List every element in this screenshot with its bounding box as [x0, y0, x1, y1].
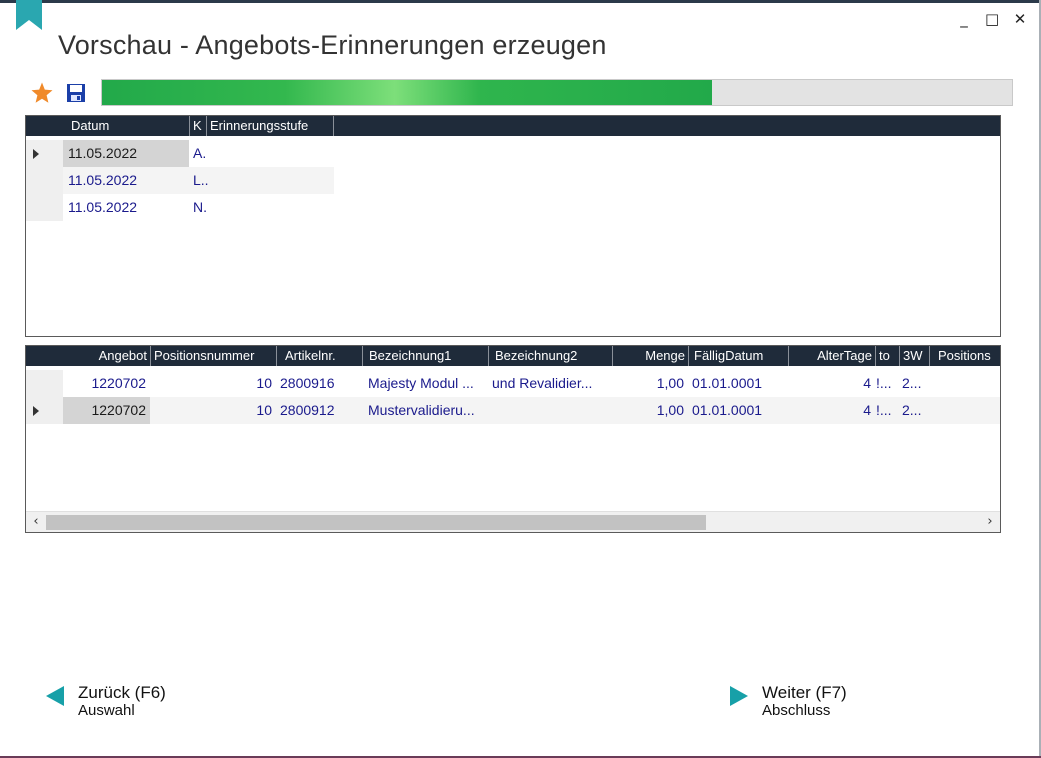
table-row[interactable]: 11.05.2022 A.: [26, 140, 1000, 167]
page-title: Vorschau - Angebots-Erinnerungen erzeuge…: [58, 30, 607, 60]
cell-faelligdatum[interactable]: 01.01.0001: [688, 370, 788, 397]
table-row[interactable]: 11.05.2022 N.: [26, 194, 1000, 221]
table-row[interactable]: 1220702 10 2800916 Majesty Modul ... und…: [26, 370, 1000, 397]
row-selector[interactable]: [26, 167, 63, 194]
current-row-arrow-icon: [33, 406, 39, 416]
positions-grid[interactable]: Angebot Positionsnummer Artikelnr. Bezei…: [25, 345, 1001, 533]
cell-bezeichnung1[interactable]: Mustervalidieru...: [362, 397, 488, 424]
current-row-arrow-icon: [33, 149, 39, 159]
column-header-positions[interactable]: Positions: [929, 346, 1000, 366]
horizontal-scrollbar[interactable]: ‹ ›: [26, 511, 1000, 532]
progress-fill: [102, 80, 712, 105]
close-button[interactable]: ✕: [1013, 10, 1027, 28]
cell-3w[interactable]: 2...: [899, 397, 929, 424]
scrollbar-thumb[interactable]: [46, 515, 706, 530]
column-header-faelligdatum[interactable]: FälligDatum: [688, 346, 788, 366]
cell-k[interactable]: A.: [189, 140, 229, 167]
cell-datum[interactable]: 11.05.2022: [63, 167, 189, 194]
column-header-angebot[interactable]: Angebot: [63, 346, 150, 366]
maximize-button[interactable]: □: [985, 10, 999, 28]
cell-bezeichnung2[interactable]: und Revalidier...: [488, 370, 612, 397]
column-header-to[interactable]: to: [875, 346, 899, 366]
next-button-sublabel: Abschluss: [762, 702, 831, 719]
column-header-3w[interactable]: 3W: [899, 346, 929, 366]
progress-bar: [101, 79, 1013, 106]
cell-angebot[interactable]: 1220702: [63, 370, 150, 397]
column-header-erinnerungsstufe[interactable]: Erinnerungsstufe: [206, 116, 334, 136]
row-selector[interactable]: [26, 370, 63, 397]
column-header-k[interactable]: K: [189, 116, 206, 136]
column-header-menge[interactable]: Menge: [612, 346, 688, 366]
scroll-right-icon[interactable]: ›: [982, 514, 998, 530]
cell-artikelnr[interactable]: 2800916: [276, 370, 362, 397]
cell-k[interactable]: L..: [189, 167, 229, 194]
column-header-bezeichnung2[interactable]: Bezeichnung2: [488, 346, 612, 366]
cell-datum[interactable]: 11.05.2022: [63, 194, 189, 221]
column-header-bezeichnung1[interactable]: Bezeichnung1: [362, 346, 488, 366]
cell-to[interactable]: !...: [875, 370, 899, 397]
scroll-left-icon[interactable]: ‹: [28, 514, 44, 530]
cell-angebot[interactable]: 1220702: [63, 397, 150, 424]
cell-datum[interactable]: 11.05.2022: [63, 140, 189, 167]
window-controls: _ □ ✕: [957, 10, 1027, 28]
reminders-header: Datum K Erinnerungsstufe: [26, 116, 1000, 136]
reminders-grid[interactable]: Datum K Erinnerungsstufe 11.05.2022 A. 1…: [25, 115, 1001, 337]
arrow-right-icon: [730, 686, 748, 706]
cell-menge[interactable]: 1,00: [612, 397, 688, 424]
cell-altertage[interactable]: 4: [788, 397, 875, 424]
cell-to[interactable]: !...: [875, 397, 899, 424]
cell-3w[interactable]: 2...: [899, 370, 929, 397]
column-header-artikelnr[interactable]: Artikelnr.: [276, 346, 362, 366]
bookmark-icon: [16, 0, 42, 30]
table-row[interactable]: 11.05.2022 L..: [26, 167, 1000, 194]
star-icon[interactable]: [30, 81, 54, 105]
table-row[interactable]: 1220702 10 2800912 Mustervalidieru... 1,…: [26, 397, 1000, 424]
cell-altertage[interactable]: 4: [788, 370, 875, 397]
positions-header: Angebot Positionsnummer Artikelnr. Bezei…: [26, 346, 1000, 366]
next-button[interactable]: Weiter (F7) Abschluss: [730, 683, 847, 719]
row-selector[interactable]: [26, 397, 63, 424]
cell-positionsnummer[interactable]: 10: [150, 370, 276, 397]
cell-positionsnummer[interactable]: 10: [150, 397, 276, 424]
row-selector[interactable]: [26, 194, 63, 221]
row-selector[interactable]: [26, 140, 63, 167]
window-top-border: [0, 0, 1041, 3]
toolbar: [30, 80, 86, 106]
cell-artikelnr[interactable]: 2800912: [276, 397, 362, 424]
cell-k[interactable]: N.: [189, 194, 229, 221]
next-button-label: Weiter (F7): [762, 683, 847, 702]
cell-bezeichnung2[interactable]: [488, 397, 612, 424]
arrow-left-icon: [46, 686, 64, 706]
back-button-sublabel: Auswahl: [78, 702, 135, 719]
column-header-positionsnummer[interactable]: Positionsnummer: [150, 346, 276, 366]
back-button[interactable]: Zurück (F6) Auswahl: [46, 683, 166, 719]
column-header-datum[interactable]: Datum: [63, 116, 189, 136]
save-icon[interactable]: [66, 83, 86, 103]
cell-bezeichnung1[interactable]: Majesty Modul ...: [362, 370, 488, 397]
cell-faelligdatum[interactable]: 01.01.0001: [688, 397, 788, 424]
minimize-button[interactable]: _: [957, 10, 971, 28]
cell-menge[interactable]: 1,00: [612, 370, 688, 397]
back-button-label: Zurück (F6): [78, 683, 166, 702]
column-header-altertage[interactable]: AlterTage: [788, 346, 875, 366]
